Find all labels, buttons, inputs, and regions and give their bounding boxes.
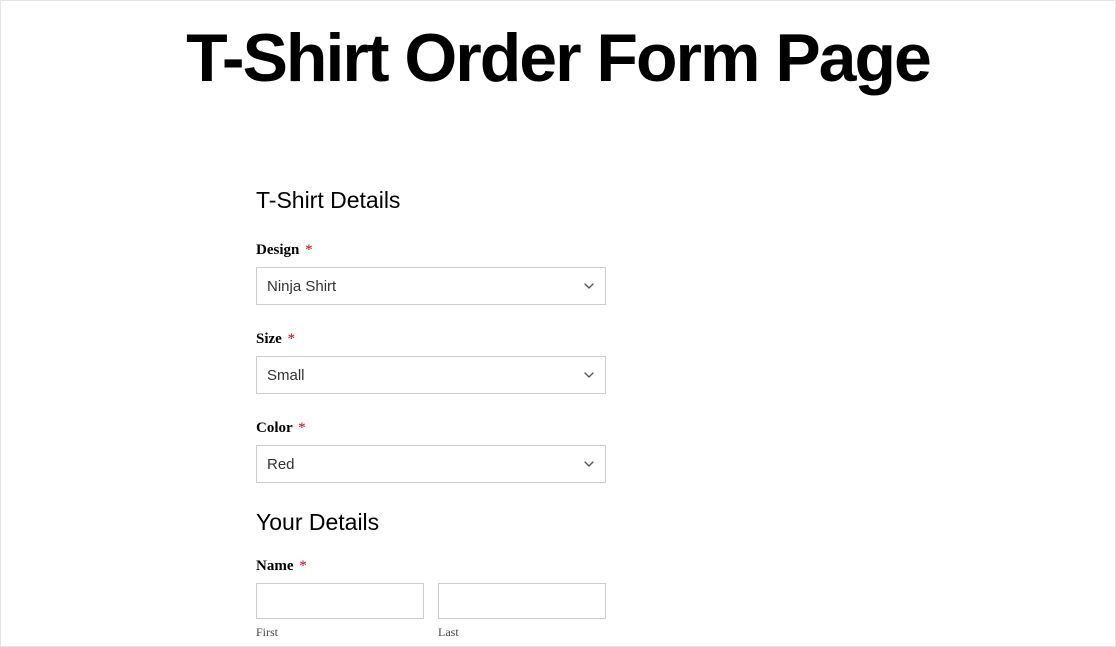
field-name: Name * First Last	[256, 558, 606, 640]
input-first-name[interactable]	[256, 583, 424, 619]
select-design[interactable]: Ninja Shirt	[256, 267, 606, 305]
order-form: T-Shirt Details Design * Ninja Shirt Siz…	[256, 187, 606, 640]
section-heading-tshirt-details: T-Shirt Details	[256, 187, 606, 214]
sublabel-first: First	[256, 625, 424, 640]
field-color: Color * Red	[256, 420, 606, 483]
label-color: Color *	[256, 420, 606, 437]
label-design-text: Design	[256, 242, 299, 258]
label-name: Name *	[256, 558, 606, 575]
name-inputs-row: First Last	[256, 583, 606, 640]
label-color-text: Color	[256, 420, 292, 436]
label-size: Size *	[256, 331, 606, 348]
input-last-name[interactable]	[438, 583, 606, 619]
name-last-col: Last	[438, 583, 606, 640]
sublabel-last: Last	[438, 625, 606, 640]
select-color[interactable]: Red	[256, 445, 606, 483]
section-heading-your-details: Your Details	[256, 509, 606, 536]
required-asterisk: *	[288, 331, 296, 347]
label-design: Design *	[256, 242, 606, 259]
required-asterisk: *	[305, 242, 313, 258]
page-title: T-Shirt Order Form Page	[1, 1, 1115, 97]
label-name-text: Name	[256, 558, 294, 574]
field-design: Design * Ninja Shirt	[256, 242, 606, 305]
name-first-col: First	[256, 583, 424, 640]
select-size[interactable]: Small	[256, 356, 606, 394]
field-size: Size * Small	[256, 331, 606, 394]
label-size-text: Size	[256, 331, 282, 347]
required-asterisk: *	[299, 558, 307, 574]
required-asterisk: *	[298, 420, 306, 436]
